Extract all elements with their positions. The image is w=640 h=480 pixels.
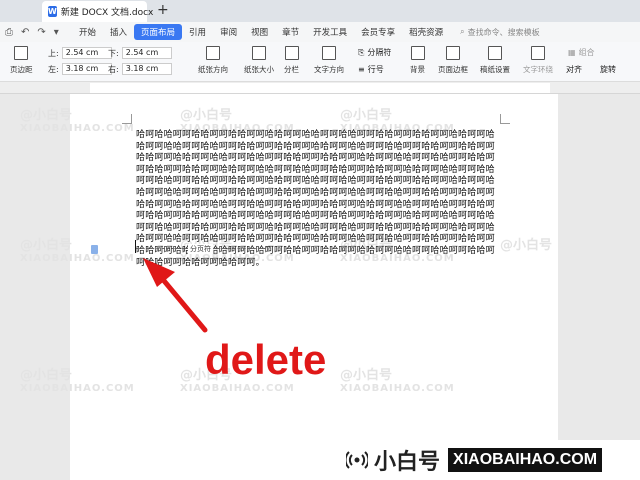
brand-logo-bar: 小白号 XIAOBAIHAO.COM	[340, 440, 640, 480]
arrow-head	[143, 258, 175, 287]
brand-name-cn: 小白号	[374, 450, 441, 475]
annotation-arrow	[143, 258, 208, 333]
brand-name-en: XIAOBAIHAO.COM	[448, 448, 603, 472]
annotation-label: delete	[205, 336, 327, 383]
signal-icon	[346, 451, 368, 469]
arrow-shaft	[157, 273, 208, 333]
